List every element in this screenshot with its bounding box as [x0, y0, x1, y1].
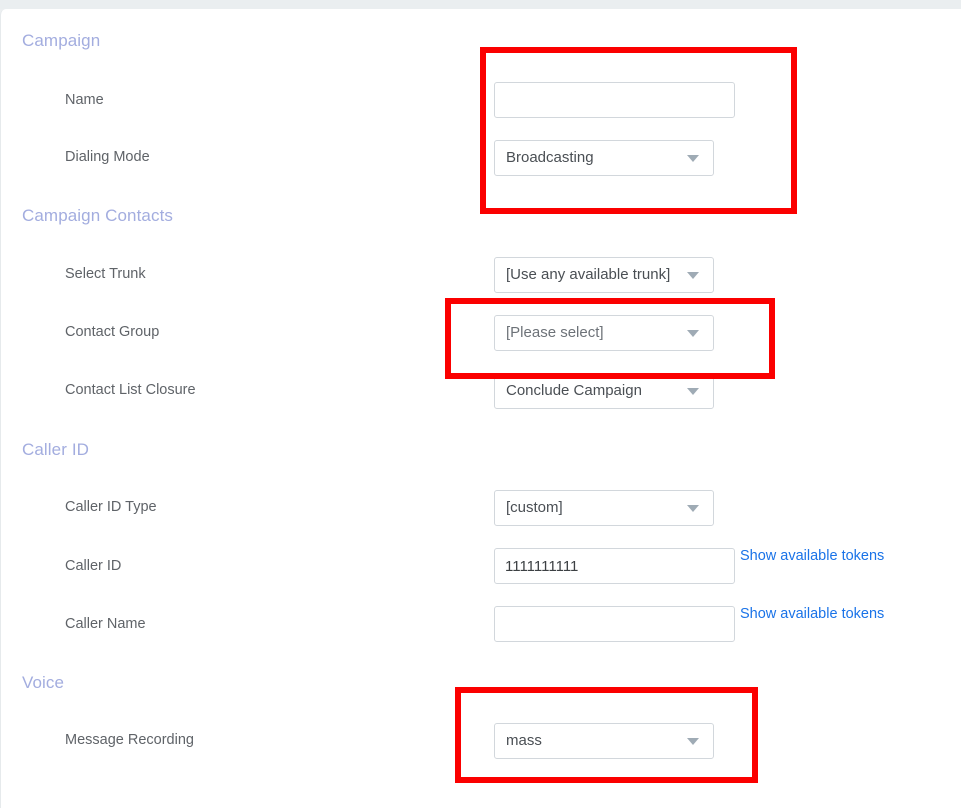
dialing-mode-value: Broadcasting	[506, 149, 594, 166]
chevron-down-icon	[687, 738, 699, 745]
message-recording-value: mass	[506, 732, 542, 749]
campaign-settings-page: Campaign Name Dialing Mode Broadcasting …	[0, 0, 961, 808]
label-contact-list-closure: Contact List Closure	[65, 382, 196, 398]
label-name: Name	[65, 92, 104, 108]
caller-id-input[interactable]	[494, 548, 735, 584]
chevron-down-icon	[687, 330, 699, 337]
chevron-down-icon	[687, 272, 699, 279]
label-message-recording: Message Recording	[65, 732, 194, 748]
contact-list-closure-select[interactable]: Conclude Campaign	[494, 373, 714, 409]
select-trunk-value: [Use any available trunk]	[506, 266, 671, 283]
label-caller-id: Caller ID	[65, 558, 122, 574]
section-heading-campaign-contacts: Campaign Contacts	[22, 206, 173, 225]
label-caller-id-type: Caller ID Type	[65, 499, 157, 515]
dialing-mode-select[interactable]: Broadcasting	[494, 140, 714, 176]
name-input[interactable]	[494, 82, 735, 118]
caller-id-type-select[interactable]: [custom]	[494, 490, 714, 526]
message-recording-select[interactable]: mass	[494, 723, 714, 759]
select-trunk-select[interactable]: [Use any available trunk]	[494, 257, 714, 293]
caller-name-input[interactable]	[494, 606, 735, 642]
form-panel	[0, 9, 961, 808]
caller-id-show-tokens-link[interactable]: Show available tokens	[740, 548, 884, 564]
contact-list-closure-value: Conclude Campaign	[506, 382, 642, 399]
section-heading-caller-id: Caller ID	[22, 440, 90, 459]
label-dialing-mode: Dialing Mode	[65, 149, 150, 165]
section-heading-voice: Voice	[22, 673, 65, 692]
chevron-down-icon	[687, 155, 699, 162]
chevron-down-icon	[687, 388, 699, 395]
section-heading-campaign: Campaign	[22, 31, 101, 50]
label-select-trunk: Select Trunk	[65, 266, 146, 282]
contact-group-value: [Please select]	[506, 324, 604, 341]
chevron-down-icon	[687, 505, 699, 512]
caller-id-type-value: [custom]	[506, 499, 563, 516]
contact-group-select[interactable]: [Please select]	[494, 315, 714, 351]
window-top-strip	[0, 0, 961, 9]
caller-name-show-tokens-link[interactable]: Show available tokens	[740, 606, 884, 622]
label-caller-name: Caller Name	[65, 616, 146, 632]
label-contact-group: Contact Group	[65, 324, 160, 340]
